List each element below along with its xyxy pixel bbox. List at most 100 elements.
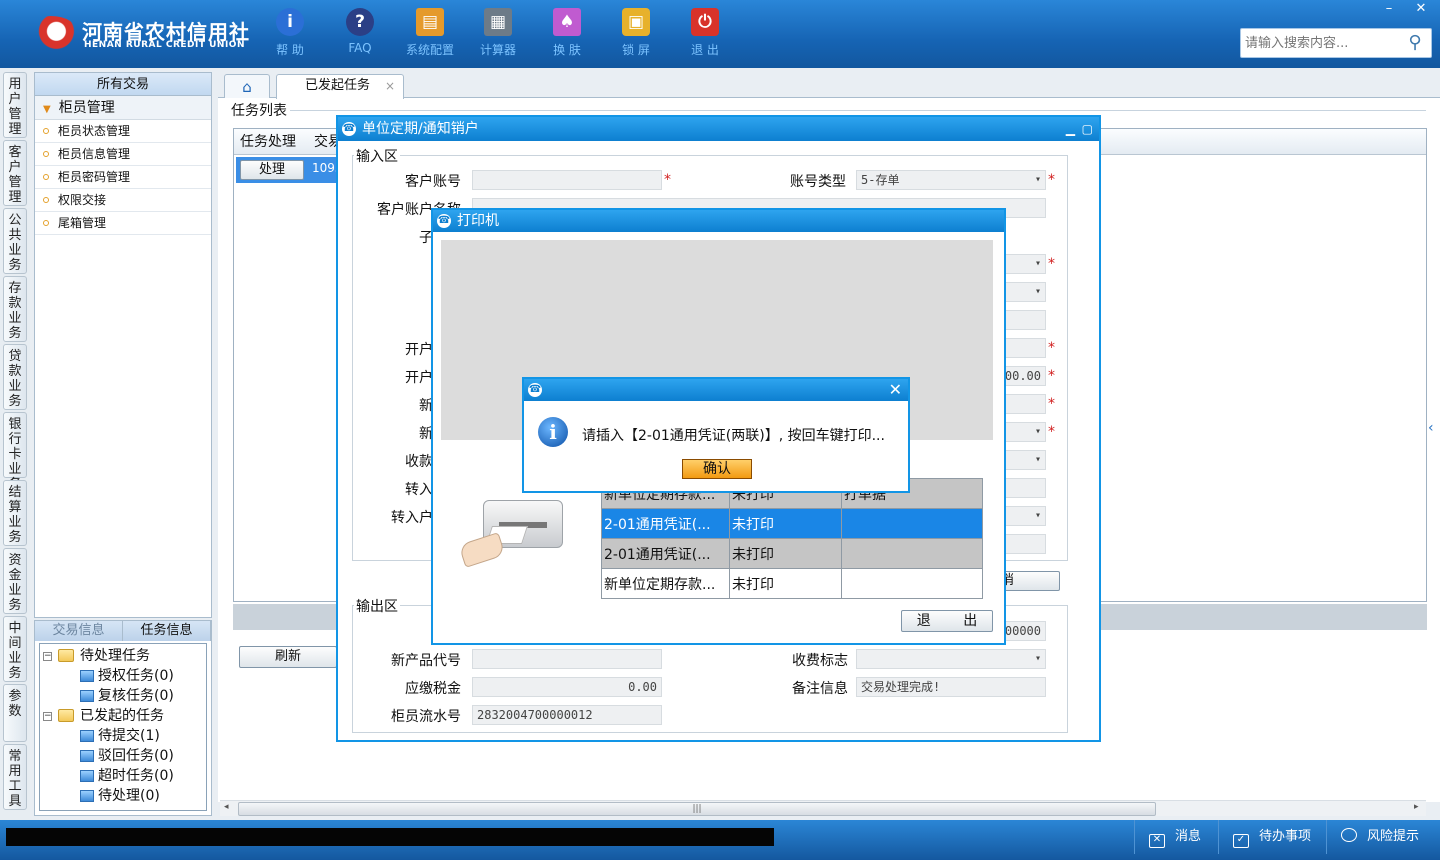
tree-node-label: 复核任务(0) — [98, 688, 174, 704]
logo-en: HENAN RURAL CREDIT UNION — [84, 40, 245, 50]
help-button[interactable]: i 帮 助 — [262, 8, 318, 58]
vtab-common-tools[interactable]: 常用工具 — [3, 744, 27, 810]
job-extra — [841, 568, 983, 599]
tab-task-info[interactable]: 任务信息 — [123, 621, 211, 641]
vtab-public-business[interactable]: 公共业务 — [3, 208, 27, 274]
checkbox-icon: ✓ — [1233, 834, 1249, 848]
dialog-minimize-icon[interactable]: ▁ — [1066, 117, 1075, 141]
menu-group-teller-management[interactable]: ▼ 柜员管理 — [35, 96, 211, 120]
printer-title-bar: ☎ 打印机 — [433, 210, 1004, 232]
expand-arrow-icon[interactable]: ‹ — [1428, 420, 1440, 462]
job-name: 新单位定期存款... — [601, 568, 730, 599]
todo-label: 待办事项 — [1259, 829, 1312, 844]
tab-close-icon[interactable]: × — [385, 75, 395, 97]
printer-illustration — [458, 492, 569, 570]
table-row-selected[interactable]: 2-01通用凭证(... 未打印 — [601, 508, 983, 539]
menu-item-tail-box[interactable]: 尾箱管理 — [35, 212, 211, 235]
messages-label: 消息 — [1175, 829, 1202, 844]
job-name: 2-01通用凭证(... — [601, 538, 730, 569]
tree-node-to-process[interactable]: 待处理(0) — [40, 786, 206, 806]
collapse-icon[interactable]: − — [43, 652, 52, 661]
risk-alert-button[interactable]: 风险提示 — [1326, 820, 1440, 854]
tab-transaction-info[interactable]: 交易信息 — [35, 621, 123, 641]
search-input[interactable] — [1241, 29, 1401, 57]
message-close-icon[interactable]: ✕ — [889, 379, 902, 401]
printer-title: 打印机 — [457, 213, 499, 229]
tree-node-initiated[interactable]: − 已发起的任务 — [40, 706, 206, 726]
vtab-card-business[interactable]: 银行卡业务 — [3, 412, 27, 492]
search-icon[interactable]: ⚲ — [1403, 31, 1427, 55]
tree-node-label: 授权任务(0) — [98, 668, 174, 684]
faq-button[interactable]: ? FAQ — [332, 8, 388, 55]
tree-node-to-submit[interactable]: 待提交(1) — [40, 726, 206, 746]
info-icon: i — [276, 8, 304, 36]
scroll-right-icon[interactable]: ▸ — [1414, 802, 1419, 812]
dialog-maximize-icon[interactable]: ▢ — [1082, 117, 1093, 141]
home-tab[interactable]: ⌂ — [224, 74, 270, 98]
scroll-thumb[interactable]: ||| — [238, 802, 1156, 816]
top-bar: 河南省农村信用社 HENAN RURAL CREDIT UNION i 帮 助 … — [0, 0, 1440, 68]
collapse-arrow-icon: ▼ — [43, 104, 51, 115]
tab-initiated-tasks[interactable]: 已发起任务 × — [276, 74, 404, 99]
todo-button[interactable]: ✓ 待办事项 — [1218, 820, 1322, 854]
vtab-loan-business[interactable]: 贷款业务 — [3, 344, 27, 410]
tree-node-rejected[interactable]: 驳回任务(0) — [40, 746, 206, 766]
skin-button[interactable]: ♠ 换 肤 — [539, 8, 595, 58]
horizontal-scrollbar[interactable]: ◂ ||| ▸ — [220, 800, 1426, 816]
menu-item-teller-password[interactable]: 柜员密码管理 — [35, 166, 211, 189]
tree-node-label: 待提交(1) — [98, 728, 160, 744]
tree-node-pending[interactable]: − 待处理任务 — [40, 646, 206, 666]
collapse-icon[interactable]: − — [43, 712, 52, 721]
tab-strip: ⌂ 已发起任务 × — [218, 72, 1440, 99]
tax-due-output: 0.00 — [472, 677, 662, 697]
label-fee-flag: 收费标志 — [792, 653, 848, 669]
table-row[interactable]: 2-01通用凭证(... 未打印 — [601, 538, 983, 569]
exit-button[interactable]: ⏻ 退 出 — [677, 8, 733, 58]
vtab-user-management[interactable]: 用户管理 — [3, 72, 27, 138]
table-row[interactable]: 新单位定期存款... 未打印 — [601, 568, 983, 599]
document-icon — [80, 730, 94, 742]
document-icon — [80, 770, 94, 782]
settings-button[interactable]: ▤ 系统配置 — [402, 8, 458, 58]
home-icon: ⌂ — [242, 78, 252, 96]
panel-header: 所有交易 — [35, 73, 211, 96]
folder-icon — [58, 709, 74, 722]
help-label: 帮 助 — [276, 43, 304, 57]
refresh-button[interactable]: 刷新 — [239, 646, 337, 668]
print-job-table: 新单位定期存款... 未打印 打单据 2-01通用凭证(... 未打印 2-01… — [601, 478, 983, 599]
vtab-parameters[interactable]: 参数 — [3, 684, 27, 742]
close-window-button[interactable]: ✕ — [1406, 0, 1436, 18]
job-extra — [841, 508, 983, 539]
skin-label: 换 肤 — [553, 43, 581, 57]
menu-item-permission-handover[interactable]: 权限交接 — [35, 189, 211, 212]
scroll-left-icon[interactable]: ◂ — [224, 802, 229, 812]
fee-flag-select[interactable] — [856, 649, 1046, 669]
faq-label: FAQ — [348, 41, 372, 55]
label-account-type: 账号类型 — [790, 174, 846, 190]
job-status: 未打印 — [729, 538, 842, 569]
document-icon — [80, 670, 94, 682]
calculator-button[interactable]: ▦ 计算器 — [470, 8, 526, 58]
minimize-button[interactable]: – — [1374, 0, 1404, 18]
tree-node-review[interactable]: 复核任务(0) — [40, 686, 206, 706]
menu-item-teller-status[interactable]: 柜员状态管理 — [35, 120, 211, 143]
cancel-button[interactable]: 消 — [998, 571, 1060, 591]
vtab-customer-management[interactable]: 客户管理 — [3, 140, 27, 206]
messages-button[interactable]: ✕ 消息 — [1134, 820, 1226, 854]
lock-button[interactable]: ▣ 锁 屏 — [608, 8, 664, 58]
customer-account-input[interactable] — [472, 170, 662, 190]
confirm-button[interactable]: 确认 — [682, 459, 752, 479]
tree-node-authorize[interactable]: 授权任务(0) — [40, 666, 206, 686]
menu-item-teller-info[interactable]: 柜员信息管理 — [35, 143, 211, 166]
printer-exit-button[interactable]: 退 出 — [901, 610, 993, 632]
account-type-select[interactable]: 5-存单 — [856, 170, 1046, 190]
process-button[interactable]: 处理 — [240, 160, 304, 180]
message-text: 请插入【2-01通用凭证(两联)】, 按回车键打印... — [582, 428, 885, 444]
vtab-deposit-business[interactable]: 存款业务 — [3, 276, 27, 342]
vtab-intermediary-business[interactable]: 中间业务 — [3, 616, 27, 682]
tree-node-timeout[interactable]: 超时任务(0) — [40, 766, 206, 786]
bullet-icon — [43, 174, 49, 180]
vtab-settlement-business[interactable]: 结算业务 — [3, 480, 27, 546]
vtab-fund-business[interactable]: 资金业务 — [3, 548, 27, 614]
label-new-product-code: 新产品代号 — [391, 653, 461, 669]
